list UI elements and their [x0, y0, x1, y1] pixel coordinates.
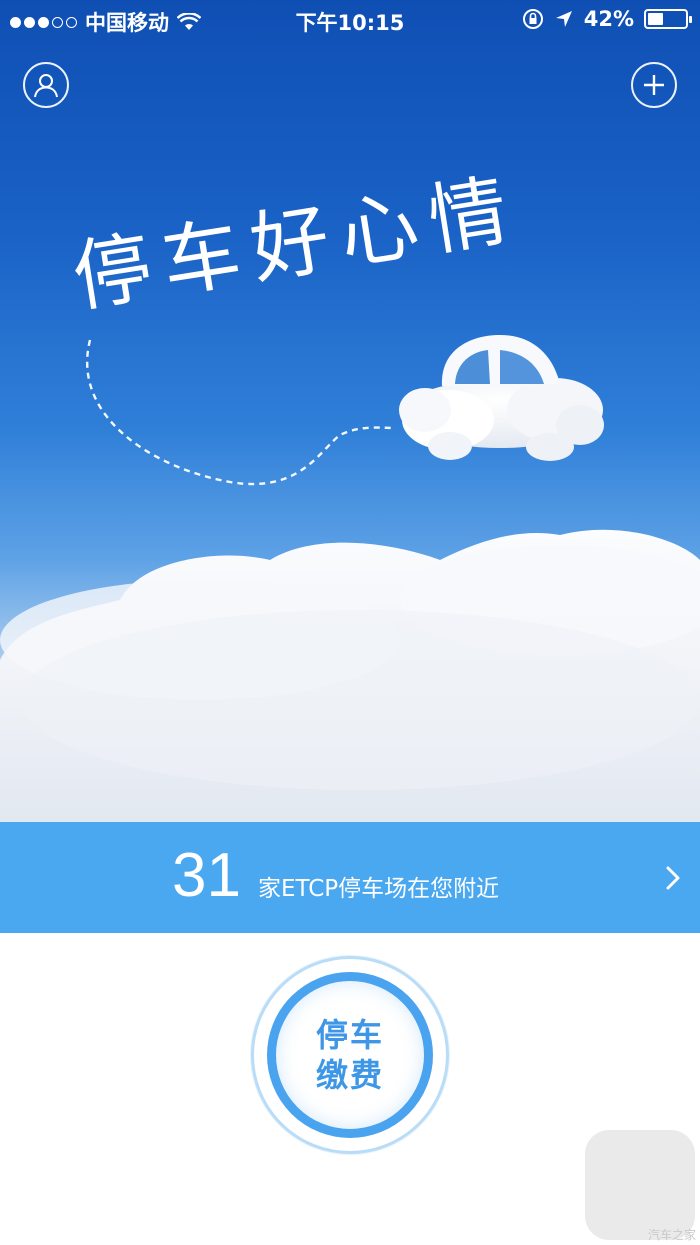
sky-background: 停车好心情: [0, 164, 700, 822]
cloud-car-illustration: [399, 335, 604, 461]
dashed-route-line: [86, 339, 396, 486]
pay-button-line2: 缴费: [315, 1056, 384, 1094]
chevron-right-icon: [666, 866, 680, 890]
user-profile-icon: [34, 74, 58, 98]
watermark: 汽车之家: [647, 1228, 696, 1242]
status-bar: 中国移动 下午10:15 42%: [0, 0, 700, 40]
add-button[interactable]: [631, 62, 677, 108]
hero-banner: 停车好心情 中国移动 下午10:15 42%: [0, 0, 700, 822]
battery-percent: 42%: [583, 7, 634, 31]
parking-pay-button[interactable]: 停车 缴费: [267, 972, 433, 1138]
profile-button[interactable]: [23, 62, 69, 108]
plus-icon: [644, 75, 664, 95]
nearby-count: 31: [172, 841, 241, 910]
slogan-text: 停车好心情: [67, 164, 526, 323]
nearby-parking-banner[interactable]: 31 家ETCP停车场在您附近: [0, 822, 700, 933]
location-arrow-icon: [555, 11, 572, 27]
orientation-lock-icon: [522, 9, 543, 29]
battery-icon: [644, 9, 692, 29]
assistive-touch-button[interactable]: [585, 1130, 695, 1240]
nearby-label: 家ETCP停车场在您附近: [258, 876, 500, 902]
slogan-group: 停车好心情: [67, 164, 526, 323]
pay-button-line1: 停车: [315, 1016, 384, 1054]
